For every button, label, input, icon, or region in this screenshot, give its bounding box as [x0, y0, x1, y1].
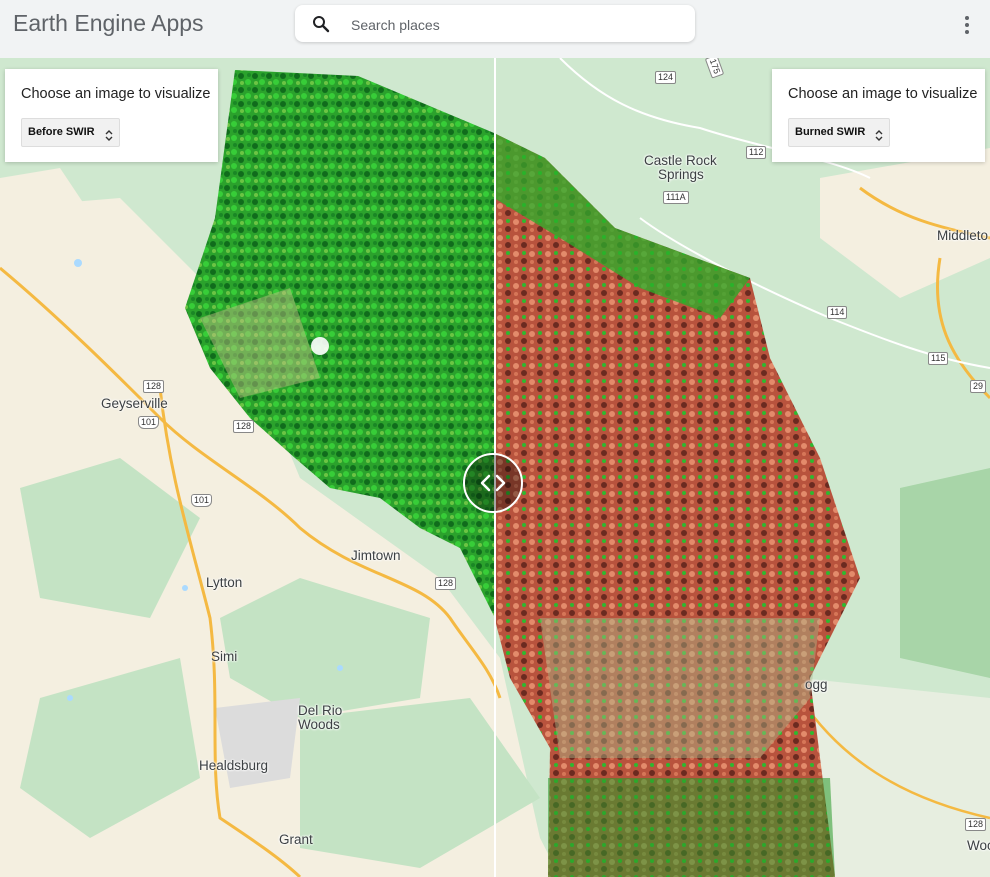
route-shield: 114 [827, 306, 848, 319]
place-woo: Woo [967, 838, 990, 853]
route-shield: 112 [746, 146, 767, 159]
chevrons-left-right-icon [480, 474, 506, 492]
place-castle-rock: Castle Rock [644, 153, 717, 168]
left-image-select[interactable]: Before SWIR [21, 118, 120, 147]
route-shield: 124 [655, 71, 677, 84]
route-shield: 128 [143, 380, 165, 393]
route-shield: 128 [965, 818, 987, 831]
route-shield: 111A [663, 191, 689, 204]
left-image-panel: Choose an image to visualize Before SWIR [5, 69, 218, 162]
place-simi: Simi [211, 649, 238, 664]
app-title: Earth Engine Apps [13, 10, 204, 36]
swipe-handle[interactable] [463, 453, 523, 513]
right-image-panel: Choose an image to visualize Burned SWIR [772, 69, 985, 162]
route-shield-us: 101 [191, 494, 213, 507]
place-woods: Woods [298, 717, 340, 732]
place-geyserville: Geyserville [101, 396, 168, 411]
select-arrows-icon [874, 126, 884, 141]
place-springs: Springs [658, 167, 704, 182]
search-input[interactable] [349, 13, 673, 37]
place-healdsburg: Healdsburg [199, 758, 269, 773]
search-icon[interactable] [312, 15, 330, 33]
select-arrows-icon [104, 126, 114, 141]
left-panel-title: Choose an image to visualize [21, 86, 211, 102]
top-bar: Earth Engine Apps [0, 0, 990, 58]
more-vert-icon[interactable] [958, 14, 976, 36]
route-shield: 128 [435, 577, 457, 590]
left-select-value: Before SWIR [28, 126, 95, 138]
route-shield: 128 [233, 420, 255, 433]
route-shield: 115 [928, 352, 949, 365]
place-ogg: ogg [805, 677, 828, 692]
right-panel-title: Choose an image to visualize [788, 86, 978, 102]
place-del-rio: Del Rio [298, 703, 343, 718]
place-jimtown: Jimtown [351, 548, 401, 563]
place-middletown: Middleto [937, 228, 989, 243]
right-select-value: Burned SWIR [795, 126, 866, 138]
route-shield: 29 [970, 380, 987, 393]
search-bar[interactable] [295, 5, 695, 42]
place-lytton: Lytton [206, 575, 243, 590]
place-grant: Grant [279, 832, 313, 847]
right-image-select[interactable]: Burned SWIR [788, 118, 891, 147]
route-shield-us: 101 [138, 416, 160, 429]
